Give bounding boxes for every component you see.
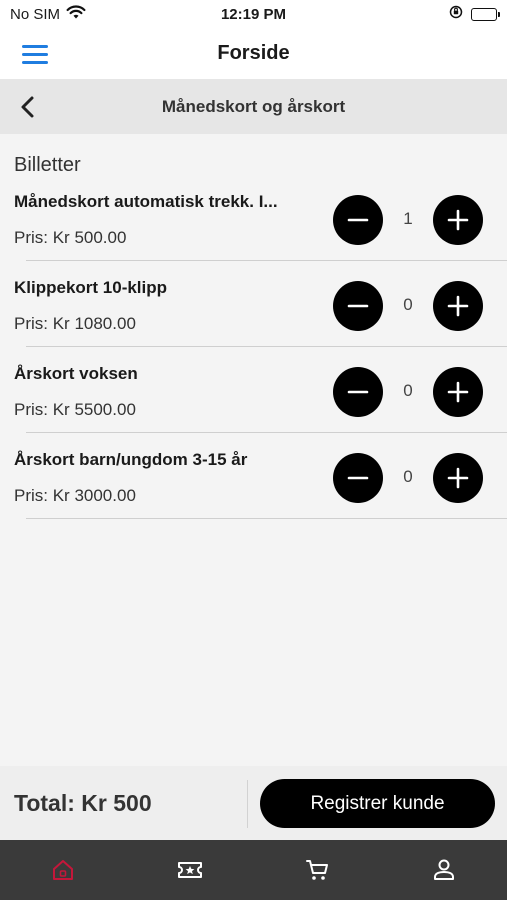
- checkout-bar: Total: Kr 500 Registrer kunde: [0, 766, 507, 840]
- row-divider: [26, 518, 507, 519]
- status-bar: No SIM 12:19 PM: [0, 0, 507, 28]
- quantity-value: 1: [403, 209, 413, 228]
- person-icon: [433, 859, 454, 880]
- status-right: [449, 5, 500, 23]
- tab-cart[interactable]: [254, 840, 381, 900]
- decrease-button[interactable]: [333, 195, 383, 245]
- sub-header: Månedskort og årskort: [0, 79, 507, 134]
- ticket-price: Pris: Kr 3000.00: [14, 486, 136, 505]
- ticket-row: Månedskort automatisk trekk. I... Pris: …: [0, 192, 507, 278]
- plus-icon: [447, 467, 469, 489]
- register-customer-button[interactable]: Registrer kunde: [260, 779, 495, 828]
- decrease-button[interactable]: [333, 281, 383, 331]
- ticket-icon: [178, 862, 203, 878]
- tab-home[interactable]: [0, 840, 127, 900]
- row-divider: [26, 260, 507, 261]
- tab-bar: [0, 840, 507, 900]
- tab-profile[interactable]: [380, 840, 507, 900]
- decrease-button[interactable]: [333, 367, 383, 417]
- decrease-button[interactable]: [333, 453, 383, 503]
- ticket-price: Pris: Kr 500.00: [14, 228, 127, 247]
- quantity-value: 0: [403, 295, 413, 314]
- increase-button[interactable]: [433, 367, 483, 417]
- status-left: No SIM: [10, 4, 86, 24]
- quantity-stepper: 0: [333, 281, 483, 331]
- ticket-list: Billetter Månedskort automatisk trekk. I…: [0, 134, 507, 766]
- back-button[interactable]: [14, 93, 42, 121]
- increase-button[interactable]: [433, 195, 483, 245]
- row-divider: [26, 346, 507, 347]
- quantity-stepper: 0: [333, 367, 483, 417]
- menu-button[interactable]: [22, 40, 56, 68]
- ticket-name: Klippekort 10-klipp: [14, 278, 168, 297]
- increase-button[interactable]: [433, 281, 483, 331]
- ticket-name: Årskort barn/ungdom 3-15 år: [14, 450, 248, 469]
- ticket-row: Årskort voksen Pris: Kr 5500.00 0: [0, 364, 507, 450]
- minus-icon: [347, 476, 369, 480]
- wifi-icon: [66, 4, 86, 24]
- battery-icon: [471, 7, 500, 21]
- quantity-value: 0: [403, 381, 413, 400]
- minus-icon: [347, 218, 369, 222]
- ticket-row: Årskort barn/ungdom 3-15 år Pris: Kr 300…: [0, 450, 507, 536]
- chevron-left-icon: [21, 96, 34, 118]
- plus-icon: [447, 381, 469, 403]
- minus-icon: [347, 390, 369, 394]
- ticket-row: Klippekort 10-klipp Pris: Kr 1080.00 0: [0, 278, 507, 364]
- app-header: Forside: [0, 28, 507, 79]
- sub-header-title: Månedskort og årskort: [161, 96, 346, 116]
- total-amount: Total: Kr 500: [14, 790, 152, 816]
- quantity-stepper: 1: [333, 195, 483, 245]
- ticket-price: Pris: Kr 1080.00: [14, 314, 136, 333]
- ticket-name: Årskort voksen: [14, 364, 138, 383]
- hamburger-menu-icon: [22, 44, 48, 48]
- increase-button[interactable]: [433, 453, 483, 503]
- home-icon: [53, 860, 74, 880]
- ticket-price: Pris: Kr 5500.00: [14, 400, 136, 419]
- row-divider: [26, 432, 507, 433]
- footer-divider: [247, 780, 248, 828]
- plus-icon: [447, 295, 469, 317]
- quantity-stepper: 0: [333, 453, 483, 503]
- plus-icon: [447, 209, 469, 231]
- quantity-value: 0: [403, 467, 413, 486]
- minus-icon: [347, 304, 369, 308]
- ticket-name: Månedskort automatisk trekk. I...: [14, 192, 278, 211]
- carrier-label: No SIM: [10, 5, 61, 23]
- cart-icon: [305, 860, 328, 880]
- page-title: Forside: [217, 42, 290, 64]
- orientation-lock-icon: [449, 5, 463, 23]
- tab-tickets[interactable]: [127, 840, 254, 900]
- section-title: Billetter: [14, 154, 81, 176]
